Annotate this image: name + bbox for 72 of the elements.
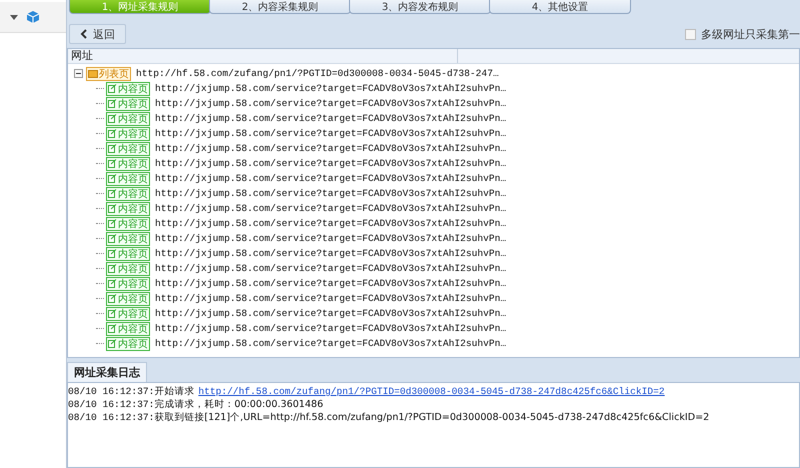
- page-icon: [108, 219, 117, 228]
- page-icon: [108, 84, 117, 93]
- chevron-left-icon: [80, 29, 87, 39]
- log-line: 08/10 16:12:37:完成请求，耗时：00:00:00.3601486: [68, 399, 324, 410]
- url-text[interactable]: http://jxjump.58.com/service?target=FCADV8oV3os7xtAhI2suhvPn…: [155, 293, 506, 304]
- url-text[interactable]: http://jxjump.58.com/service?target=FCADV8oV3os7xtAhI2suhvPn…: [155, 98, 506, 109]
- content-page-tag: 内容页: [106, 172, 150, 186]
- content-page-tag: 内容页: [106, 126, 150, 140]
- page-icon: [108, 99, 117, 108]
- page-icon: [108, 279, 117, 288]
- url-text[interactable]: http://jxjump.58.com/service?target=FCADV8oV3os7xtAhI2suhvPn…: [155, 263, 506, 274]
- page-icon: [108, 264, 117, 273]
- url-text[interactable]: http://jxjump.58.com/service?target=FCADV8oV3os7xtAhI2suhvPn…: [155, 113, 506, 124]
- content-page-tag: 内容页: [106, 246, 150, 260]
- page-icon: [108, 129, 117, 138]
- page-icon: [108, 174, 117, 183]
- content-page-tag: 内容页: [106, 216, 150, 230]
- page-icon: [108, 309, 117, 318]
- url-text[interactable]: http://jxjump.58.com/service?target=FCADV8oV3os7xtAhI2suhvPn…: [155, 143, 506, 154]
- url-text[interactable]: http://jxjump.58.com/service?target=FCADV8oV3os7xtAhI2suhvPn…: [155, 218, 506, 229]
- url-text[interactable]: http://jxjump.58.com/service?target=FCADV8oV3os7xtAhI2suhvPn…: [155, 188, 506, 199]
- url-text[interactable]: http://jxjump.58.com/service?target=FCADV8oV3os7xtAhI2suhvPn…: [155, 158, 506, 169]
- step-tab[interactable]: 3、内容发布规则: [349, 0, 491, 14]
- page-icon: [108, 159, 117, 168]
- content-page-tag: 内容页: [106, 142, 150, 156]
- url-text[interactable]: http://jxjump.58.com/service?target=FCADV8oV3os7xtAhI2suhvPn…: [155, 248, 506, 259]
- folder-icon: [88, 69, 98, 78]
- url-text[interactable]: http://jxjump.58.com/service?target=FCADV8oV3os7xtAhI2suhvPn…: [155, 278, 506, 289]
- back-button[interactable]: 返回: [69, 24, 126, 44]
- content-page-tag: 内容页: [106, 156, 150, 170]
- content-page-tag: 内容页: [106, 322, 150, 336]
- url-text[interactable]: http://jxjump.58.com/service?target=FCADV8oV3os7xtAhI2suhvPn…: [155, 233, 506, 244]
- page-icon: [108, 114, 117, 123]
- list-page-tag: 列表页: [86, 66, 131, 80]
- page-icon: [108, 324, 117, 333]
- content-page-tag: 内容页: [106, 186, 150, 200]
- column-header: 网址: [68, 49, 458, 63]
- step-tab[interactable]: 2、内容采集规则: [209, 0, 351, 14]
- content-page-tag: 内容页: [106, 202, 150, 216]
- url-text[interactable]: http://jxjump.58.com/service?target=FCADV8oV3os7xtAhI2suhvPn…: [155, 338, 506, 349]
- log-link[interactable]: http://hf.58.com/zufang/pn1/?PGTID=0d300008-0034-5045-d738-247d8c425fc6&ClickID=2: [198, 386, 665, 397]
- url-text[interactable]: http://jxjump.58.com/service?target=FCADV8oV3os7xtAhI2suhvPn…: [155, 83, 506, 94]
- content-page-tag: 内容页: [106, 262, 150, 276]
- content-page-tag: 内容页: [106, 112, 150, 126]
- dropdown-caret-icon[interactable]: [10, 14, 18, 20]
- url-text[interactable]: http://jxjump.58.com/service?target=FCADV8oV3os7xtAhI2suhvPn…: [155, 323, 506, 334]
- page-icon: [108, 189, 117, 198]
- page-icon: [108, 144, 117, 153]
- url-text[interactable]: http://jxjump.58.com/service?target=FCADV8oV3os7xtAhI2suhvPn…: [155, 308, 506, 319]
- content-page-tag: 内容页: [106, 336, 150, 350]
- collapse-toggle[interactable]: [74, 69, 83, 78]
- log-line: 08/10 16:12:37:开始请求: [68, 386, 194, 397]
- url-text[interactable]: http://jxjump.58.com/service?target=FCADV8oV3os7xtAhI2suhvPn…: [155, 203, 506, 214]
- page-icon: [108, 204, 117, 213]
- url-text[interactable]: http://jxjump.58.com/service?target=FCADV8oV3os7xtAhI2suhvPn…: [155, 128, 506, 139]
- checkbox[interactable]: [685, 28, 696, 40]
- page-icon: [108, 234, 117, 243]
- url-text[interactable]: http://hf.58.com/zufang/pn1/?PGTID=0d300008-0034-5045-d738-247…: [136, 68, 499, 79]
- page-icon: [108, 294, 117, 303]
- content-page-tag: 内容页: [106, 232, 150, 246]
- step-tab[interactable]: 4、其他设置: [489, 0, 631, 14]
- log-tab[interactable]: 网址采集日志: [67, 362, 147, 382]
- page-icon: [108, 249, 117, 258]
- url-text[interactable]: http://jxjump.58.com/service?target=FCADV8oV3os7xtAhI2suhvPn…: [155, 173, 506, 184]
- content-page-tag: 内容页: [106, 82, 150, 96]
- cube-icon[interactable]: [26, 10, 40, 24]
- content-page-tag: 内容页: [106, 276, 150, 290]
- log-line: 08/10 16:12:37:获取到链接[121]个,URL=http://hf.58.com/zufang/pn1/?PGTID=0d300008-0034-5045-d738-247d8c425fc6&ClickID=2: [68, 412, 710, 423]
- content-page-tag: 内容页: [106, 292, 150, 306]
- page-icon: [108, 339, 117, 348]
- content-page-tag: 内容页: [106, 96, 150, 110]
- content-page-tag: 内容页: [106, 306, 150, 320]
